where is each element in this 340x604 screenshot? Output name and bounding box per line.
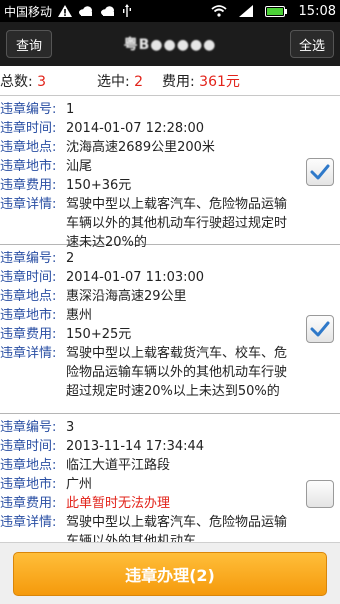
violation-number: 3 [66,420,75,435]
plate-number-title: 粤B●●●●● [123,37,217,53]
checkmark-icon [310,321,330,337]
checkmark-icon [310,164,330,180]
warning-icon [58,5,73,17]
city-label: 违章地市: [0,308,57,323]
violation-number: 2 [66,251,75,266]
selected-count: 选中: 2 [97,71,143,91]
total-count: 总数: 3 [0,71,46,91]
total-value: 3 [37,73,47,90]
fee-label: 费用: [162,73,195,90]
cloud-icon [78,6,94,16]
location-label: 违章地点: [0,458,57,473]
fee-label: 违章费用: [0,327,57,342]
detail-label: 违章详情: [0,346,57,361]
violation-city: 汕尾 [66,159,93,174]
location-label: 违章地点: [0,289,57,304]
total-label: 总数: [0,73,33,90]
number-label: 违章编号: [0,251,57,266]
process-violations-button[interactable]: 违章办理(2) [13,552,327,596]
usb-icon [122,4,132,18]
detail-label: 违章详情: [0,515,57,530]
time-label: 违章时间: [0,270,57,285]
fee-value: 361元 [199,73,240,90]
violation-fee: 150+36元 [66,178,132,193]
violation-number: 1 [66,102,75,117]
violation-record[interactable]: 违章编号: 1 违章时间: 2014-01-07 12:28:00 违章地点: 沈海高… [0,96,340,250]
violation-location: 临江大道平江路段 [66,458,171,473]
violation-record[interactable]: 违章编号: 3 违章时间: 2013-11-14 17:34:44 违章地点: 临江大… [0,414,340,542]
cloud-icon [100,6,116,16]
wifi-icon [210,5,227,17]
record-checkbox[interactable] [306,480,334,508]
location-label: 违章地点: [0,140,57,155]
violation-time: 2014-01-07 12:28:00 [66,121,205,136]
violation-detail: 驾驶中型以上载客汽车、危险物品运输车辆以外的其他机动车 [66,515,288,542]
record-checkbox[interactable] [306,315,334,343]
time-label: 违章时间: [0,439,57,454]
violation-detail: 驾驶中型以上载客汽车、危险物品运输车辆以外的其他机动车行驶超过规定时速未达20%… [66,197,288,250]
record-checkbox[interactable] [306,158,334,186]
detail-label: 违章详情: [0,197,57,212]
fee-label: 违章费用: [0,178,57,193]
number-label: 违章编号: [0,102,57,117]
city-label: 违章地市: [0,159,57,174]
violation-record[interactable]: 违章编号: 2 违章时间: 2014-01-07 11:03:00 违章地点: 惠深沿… [0,245,340,414]
battery-icon [264,5,287,17]
fee-label: 违章费用: [0,496,57,511]
violation-time: 2014-01-07 11:03:00 [66,270,205,285]
time-label: 违章时间: [0,121,57,136]
signal-icon [238,5,253,17]
violation-fee: 150+25元 [66,327,132,342]
total-fee: 费用: 361元 [162,71,240,91]
violation-fee: 此单暂时无法办理 [66,496,171,511]
summary-bar: 总数: 3 选中: 2 费用: 361元 [0,66,340,96]
violation-list[interactable]: 违章编号: 1 违章时间: 2014-01-07 12:28:00 违章地点: 沈海高… [0,96,340,542]
select-all-button[interactable]: 全选 [290,30,334,58]
selected-value: 2 [134,73,144,90]
violation-city: 广州 [66,477,93,492]
violation-time: 2013-11-14 17:34:44 [66,439,205,454]
clock: 15:08 [298,3,336,19]
selected-label: 选中: [97,73,130,90]
violation-detail: 驾驶中型以上载客载货汽车、校车、危险物品运输车辆以外的其他机动车行驶超过规定时速… [66,346,288,399]
city-label: 违章地市: [0,477,57,492]
violation-city: 惠州 [66,308,93,323]
title-bar: 查询 粤B●●●●● 全选 [0,22,340,66]
violation-location: 沈海高速2689公里200米 [66,140,215,155]
status-bar: 中国移动 15:08 [0,0,340,22]
number-label: 违章编号: [0,420,57,435]
footer-bar: 违章办理(2) [0,542,340,604]
carrier-name: 中国移动 [4,4,53,19]
violation-location: 惠深沿海高速29公里 [66,289,187,304]
